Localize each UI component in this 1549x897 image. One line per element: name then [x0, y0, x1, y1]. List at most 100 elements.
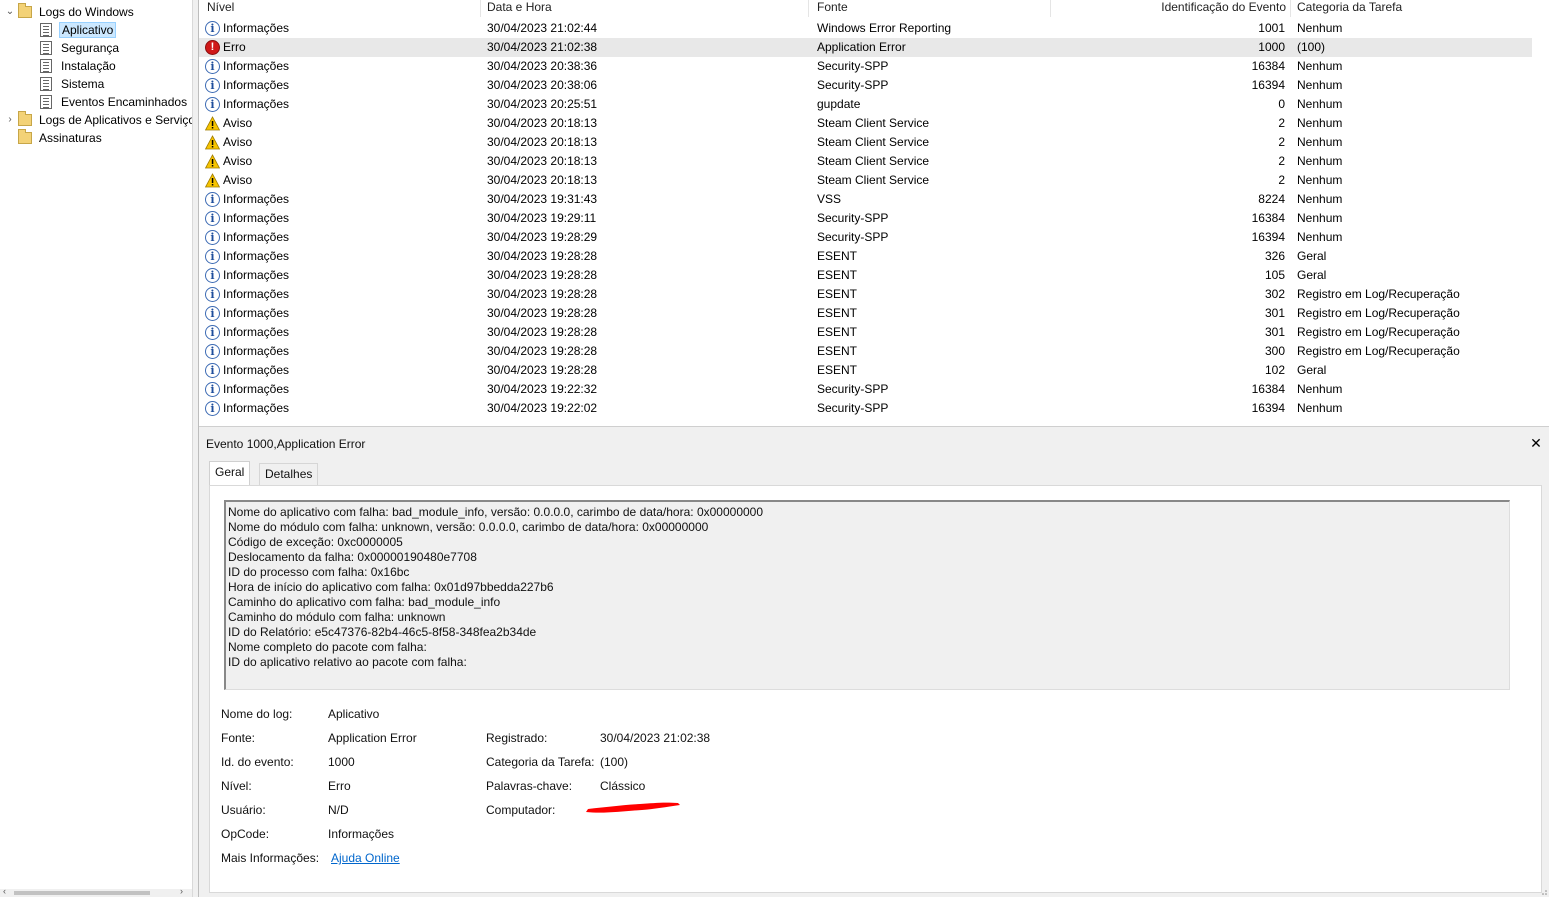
- event-id-cell: 16384: [1251, 59, 1285, 73]
- level-cell: i Informações: [205, 209, 289, 228]
- level-text: Aviso: [223, 154, 253, 168]
- table-row[interactable]: i Informações 30/04/2023 21:02:44 Windows E…: [199, 19, 1532, 38]
- level-text: Erro: [223, 40, 246, 54]
- table-row[interactable]: i Informações 30/04/2023 19:22:32 Security-…: [199, 380, 1532, 399]
- table-row[interactable]: ! Erro 30/04/2023 21:02:38 Application Erro…: [199, 38, 1532, 57]
- warning-icon: [205, 154, 221, 169]
- level-text: Informações: [223, 192, 290, 206]
- source-cell: ESENT: [817, 344, 858, 358]
- info-icon: i: [205, 268, 220, 283]
- table-row[interactable]: i Informações 30/04/2023 19:28:28 ESENT 302 R…: [199, 285, 1532, 304]
- task-category-cell: Nenhum: [1297, 97, 1343, 111]
- table-row[interactable]: Aviso 30/04/2023 20:18:13 Steam Client Ser…: [199, 114, 1532, 133]
- chevron-right-icon[interactable]: ›: [4, 111, 16, 129]
- tab-general[interactable]: Geral: [209, 461, 251, 485]
- resize-grip-icon[interactable]: [1541, 889, 1547, 895]
- table-row[interactable]: Aviso 30/04/2023 20:18:13 Steam Client Ser…: [199, 152, 1532, 171]
- date-cell: 30/04/2023 20:18:13: [487, 135, 598, 149]
- description-line: ID do processo com falha: 0x16bc: [228, 565, 410, 579]
- tree-item-app-services-logs[interactable]: › Logs de Aplicativos e Serviços: [4, 111, 192, 129]
- source-label: Fonte:: [221, 731, 256, 745]
- table-row[interactable]: i Informações 30/04/2023 19:31:43 VSS 8224 Ne…: [199, 190, 1532, 209]
- event-detail-pane: Evento 1000,Application Error ✕ Geral De…: [199, 433, 1549, 897]
- folder-icon: [18, 129, 32, 144]
- tree-item-subscriptions[interactable]: Assinaturas: [4, 129, 104, 147]
- source-cell: Steam Client Service: [817, 135, 930, 149]
- tab-general-panel: Nome do aplicativo com falha: bad_module…: [209, 485, 1542, 893]
- table-row[interactable]: i Informações 30/04/2023 19:22:02 Security-…: [199, 399, 1532, 418]
- info-icon: i: [205, 192, 220, 207]
- source-cell: Steam Client Service: [817, 154, 930, 168]
- event-id-cell: 1000: [1258, 40, 1285, 54]
- chevron-down-icon[interactable]: ⌄: [4, 3, 16, 21]
- keywords-label: Palavras-chave:: [486, 779, 573, 793]
- table-row[interactable]: Aviso 30/04/2023 20:18:13 Steam Client Ser…: [199, 133, 1532, 152]
- task-category-cell: Registro em Log/Recuperação: [1297, 306, 1460, 320]
- info-icon: i: [205, 211, 220, 226]
- table-row[interactable]: i Informações 30/04/2023 20:38:06 Security-…: [199, 76, 1532, 95]
- table-row[interactable]: i Informações 30/04/2023 19:28:28 ESENT 301 R…: [199, 304, 1532, 323]
- column-header-date[interactable]: Data e Hora: [487, 0, 809, 17]
- tree-horizontal-scrollbar[interactable]: ‹ ›: [0, 886, 192, 897]
- close-icon[interactable]: ✕: [1529, 435, 1543, 451]
- tree-item-security[interactable]: Segurança: [40, 39, 121, 57]
- log-icon: [40, 95, 52, 109]
- level-cell: i Informações: [205, 190, 289, 209]
- column-header-event-id[interactable]: Identificação do Evento: [1051, 0, 1291, 17]
- task-category-cell: Registro em Log/Recuperação: [1297, 287, 1460, 301]
- tree-item-windows-logs[interactable]: ⌄ Logs do Windows: [4, 3, 136, 21]
- level-cell: Aviso: [205, 171, 252, 190]
- column-header-task-category[interactable]: Categoria da Tarefa: [1297, 0, 1527, 17]
- description-line: ID do aplicativo relativo ao pacote com …: [228, 655, 467, 669]
- tab-details[interactable]: Detalhes: [259, 463, 319, 485]
- description-line: Nome do módulo com falha: unknown, versã…: [228, 520, 709, 534]
- event-id-cell: 16384: [1251, 211, 1285, 225]
- level-text: Informações: [223, 401, 290, 415]
- info-icon: i: [205, 363, 220, 378]
- date-cell: 30/04/2023 20:25:51: [487, 97, 598, 111]
- tree-item-system[interactable]: Sistema: [40, 75, 106, 93]
- description-line: Caminho do módulo com falha: unknown: [228, 610, 446, 624]
- column-header-source[interactable]: Fonte: [817, 0, 1051, 17]
- source-cell: Steam Client Service: [817, 173, 930, 187]
- level-cell: ! Erro: [205, 38, 246, 57]
- source-cell: Application Error: [817, 40, 906, 54]
- date-cell: 30/04/2023 20:18:13: [487, 116, 598, 130]
- tree-item-forwarded-events[interactable]: Eventos Encaminhados: [40, 93, 189, 111]
- table-row[interactable]: i Informações 30/04/2023 20:38:36 Security-…: [199, 57, 1532, 76]
- vertical-splitter[interactable]: [192, 0, 199, 897]
- event-description[interactable]: Nome do aplicativo com falha: bad_module…: [224, 500, 1510, 690]
- level-value: Erro: [328, 779, 351, 793]
- table-row[interactable]: i Informações 30/04/2023 19:28:28 ESENT 102 G…: [199, 361, 1532, 380]
- source-cell: VSS: [817, 192, 842, 206]
- tree-item-application[interactable]: Aplicativo: [40, 21, 117, 39]
- event-id-cell: 302: [1264, 287, 1285, 301]
- table-row[interactable]: i Informações 30/04/2023 19:28:28 ESENT 105 G…: [199, 266, 1532, 285]
- table-row[interactable]: Aviso 30/04/2023 20:18:13 Steam Client Ser…: [199, 171, 1532, 190]
- source-cell: Security-SPP: [817, 211, 889, 225]
- scroll-right-icon[interactable]: ›: [180, 886, 183, 896]
- scroll-left-icon[interactable]: ‹: [3, 886, 6, 896]
- table-row[interactable]: i Informações 30/04/2023 19:28:28 ESENT 300 R…: [199, 342, 1532, 361]
- source-cell: ESENT: [817, 363, 858, 377]
- source-cell: ESENT: [817, 306, 858, 320]
- description-line: Nome do aplicativo com falha: bad_module…: [228, 505, 764, 519]
- column-header-level[interactable]: Nível: [207, 0, 481, 17]
- log-name-value: Aplicativo: [328, 707, 380, 721]
- table-row[interactable]: i Informações 30/04/2023 20:25:51 gupdate 0 N…: [199, 95, 1532, 114]
- scrollbar-thumb[interactable]: [14, 891, 150, 895]
- table-row[interactable]: i Informações 30/04/2023 19:28:29 Security-…: [199, 228, 1532, 247]
- info-icon: i: [205, 78, 220, 93]
- horizontal-splitter[interactable]: [199, 426, 1549, 433]
- level-text: Informações: [223, 344, 290, 358]
- table-row[interactable]: i Informações 30/04/2023 19:29:11 Security-…: [199, 209, 1532, 228]
- source-cell: ESENT: [817, 268, 858, 282]
- table-row[interactable]: i Informações 30/04/2023 19:28:28 ESENT 326 G…: [199, 247, 1532, 266]
- level-cell: i Informações: [205, 323, 289, 342]
- date-cell: 30/04/2023 19:29:11: [487, 211, 597, 225]
- tree-item-setup[interactable]: Instalação: [40, 57, 118, 75]
- description-line: Código de exceção: 0xc0000005: [228, 535, 403, 549]
- online-help-link[interactable]: Ajuda Online: [331, 850, 400, 866]
- table-row[interactable]: i Informações 30/04/2023 19:28:28 ESENT 301 R…: [199, 323, 1532, 342]
- level-cell: i Informações: [205, 228, 289, 247]
